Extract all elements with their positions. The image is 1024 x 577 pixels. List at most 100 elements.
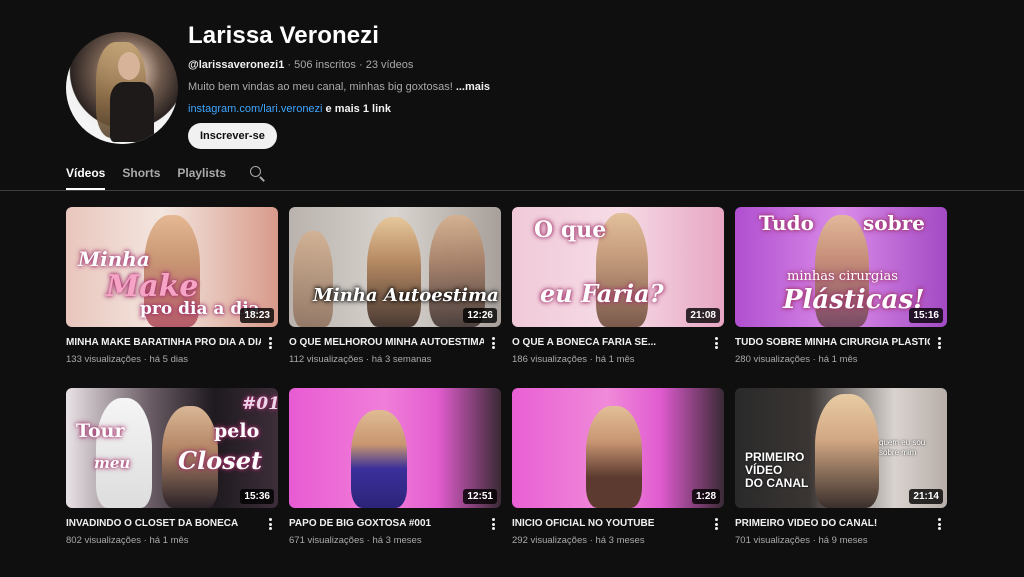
channel-avatar[interactable]: [66, 32, 178, 144]
thumbnail-person: [293, 231, 333, 327]
video-duration: 15:36: [240, 489, 274, 504]
thumbnail-overlay-text: pelo: [214, 420, 260, 442]
video-card[interactable]: O que eu Faria? 21:08 O QUE A BONECA FAR…: [512, 207, 724, 367]
kebab-menu-icon[interactable]: [265, 335, 275, 351]
video-stats: 112 visualizações · há 3 semanas: [289, 354, 431, 365]
view-count: 186 visualizações: [512, 354, 587, 365]
video-title[interactable]: PRIMEIRO VÍDEO DO CANAL!: [735, 518, 930, 529]
upload-age: há 5 dias: [149, 354, 189, 365]
video-title[interactable]: INVADINDO O CLOSET DA BONECA: [66, 518, 261, 529]
video-card[interactable]: 12:51 PAPO DE BIG GOXTOSA #001 671 visua…: [289, 388, 501, 548]
video-stats: 186 visualizações · há 1 mês: [512, 354, 635, 365]
video-count: 23 vídeos: [365, 59, 414, 71]
kebab-menu-icon[interactable]: [711, 335, 721, 351]
thumbnail-overlay-text: quem eu sou: [879, 438, 926, 447]
thumbnail-overlay-text: Tour: [76, 420, 125, 442]
kebab-menu-icon[interactable]: [711, 516, 721, 532]
thumbnail-overlay-text: minhas cirurgias: [787, 269, 898, 284]
channel-header: Larissa Veronezi @larissaveronezi1 · 506…: [66, 22, 966, 152]
video-stats: 802 visualizações · há 1 mês: [66, 535, 189, 546]
thumbnail-overlay-text: sobre mim: [879, 448, 917, 457]
view-count: 671 visualizações: [289, 535, 364, 546]
video-title[interactable]: TUDO SOBRE MINHA CIRURGIA PLÁSTICA: [735, 337, 930, 348]
upload-age: há 9 meses: [818, 535, 868, 546]
video-card[interactable]: Tudo sobre minhas cirurgias Plásticas! 1…: [735, 207, 947, 367]
description-more-link[interactable]: ...mais: [456, 81, 490, 93]
avatar-body: [110, 82, 154, 142]
tab-videos[interactable]: Vídeos: [66, 160, 106, 190]
channel-handle: @larissaveronezi1: [188, 59, 285, 71]
thumbnail-person: [586, 406, 642, 508]
stat-separator: ·: [363, 354, 372, 365]
video-title[interactable]: PAPO DE BIG GOXTOSA #001: [289, 518, 484, 529]
meta-separator: ·: [287, 59, 292, 71]
thumbnail-overlay-text: #01: [242, 394, 278, 414]
more-links-link[interactable]: e mais 1 link: [323, 103, 391, 115]
upload-age: há 3 meses: [372, 535, 422, 546]
kebab-menu-icon[interactable]: [934, 516, 944, 532]
upload-age: há 1 mês: [595, 354, 635, 365]
video-title[interactable]: INÍCIO OFICIAL NO YOUTUBE: [512, 518, 707, 529]
upload-age: há 1 mês: [818, 354, 858, 365]
video-thumbnail[interactable]: Minha Autoestima 12:26: [289, 207, 501, 327]
thumbnail-overlay-text: O que: [534, 217, 607, 243]
thumbnail-person: [815, 394, 879, 508]
tab-playlists[interactable]: Playlists: [177, 160, 226, 190]
video-title[interactable]: O QUE A BONECA FARIA SE...: [512, 337, 707, 348]
video-card[interactable]: Tour pelo meu Closet #01 15:36 INVADINDO…: [66, 388, 278, 548]
tab-shorts[interactable]: Shorts: [122, 160, 160, 190]
kebab-menu-icon[interactable]: [934, 335, 944, 351]
thumbnail-overlay-text: DO CANAL: [745, 476, 809, 490]
thumbnail-dog: [96, 398, 152, 508]
video-stats: 133 visualizações · há 5 dias: [66, 354, 188, 365]
video-duration: 21:14: [909, 489, 943, 504]
video-duration: 12:51: [463, 489, 497, 504]
thumbnail-overlay-text: Minha: [78, 247, 150, 271]
thumbnail-overlay-text: Tudo: [759, 211, 814, 235]
video-stats: 280 visualizações · há 1 mês: [735, 354, 858, 365]
tabs-divider: [0, 190, 1024, 191]
avatar-face: [118, 52, 140, 80]
thumbnail-overlay-text: Minha Autoestima: [313, 285, 499, 306]
thumbnail-overlay-text: meu: [94, 454, 131, 472]
upload-age: há 1 mês: [149, 535, 189, 546]
thumbnail-person: [367, 217, 421, 327]
video-card[interactable]: Minha Make pro dia a dia 18:23 MINHA MAK…: [66, 207, 278, 367]
thumbnail-overlay-text: VÍDEO: [745, 463, 783, 477]
video-card[interactable]: Minha Autoestima 12:26 O QUE MELHOROU MI…: [289, 207, 501, 367]
video-card[interactable]: 1:28 INÍCIO OFICIAL NO YOUTUBE 292 visua…: [512, 388, 724, 548]
search-icon-handle: [259, 176, 265, 182]
video-thumbnail[interactable]: 1:28: [512, 388, 724, 508]
kebab-menu-icon[interactable]: [488, 516, 498, 532]
meta-separator: ·: [358, 59, 363, 71]
upload-age: há 3 semanas: [371, 354, 432, 365]
upload-age: há 3 meses: [595, 535, 645, 546]
video-thumbnail[interactable]: Tour pelo meu Closet #01 15:36: [66, 388, 278, 508]
kebab-menu-icon[interactable]: [265, 516, 275, 532]
channel-tabs: Vídeos Shorts Playlists: [66, 160, 265, 190]
kebab-menu-icon[interactable]: [488, 335, 498, 351]
thumbnail-overlay-text: Closet: [178, 446, 263, 475]
video-thumbnail[interactable]: PRIMEIRO VÍDEO DO CANAL quem eu sou sobr…: [735, 388, 947, 508]
view-count: 133 visualizações: [66, 354, 141, 365]
video-thumbnail[interactable]: O que eu Faria? 21:08: [512, 207, 724, 327]
instagram-link[interactable]: instagram.com/lari.veronezi: [188, 103, 323, 115]
video-duration: 1:28: [691, 489, 720, 504]
channel-meta: @larissaveronezi1 · 506 inscritos · 23 v…: [188, 59, 490, 71]
view-count: 112 visualizações: [289, 354, 364, 365]
search-icon[interactable]: [249, 165, 265, 182]
thumbnail-person: [351, 410, 407, 508]
channel-description[interactable]: Muito bem vindas ao meu canal, minhas bi…: [188, 81, 490, 93]
video-card[interactable]: PRIMEIRO VÍDEO DO CANAL quem eu sou sobr…: [735, 388, 947, 548]
search-icon-lens: [250, 166, 262, 177]
video-thumbnail[interactable]: Minha Make pro dia a dia 18:23: [66, 207, 278, 327]
view-count: 802 visualizações: [66, 535, 141, 546]
video-thumbnail[interactable]: Tudo sobre minhas cirurgias Plásticas! 1…: [735, 207, 947, 327]
video-title[interactable]: O QUE MELHOROU MINHA AUTOESTIMA: [289, 337, 484, 348]
video-thumbnail[interactable]: 12:51: [289, 388, 501, 508]
channel-links: instagram.com/lari.veronezi e mais 1 lin…: [188, 103, 490, 115]
video-title[interactable]: MINHA MAKE BARATINHA PRO DIA A DIA: [66, 337, 261, 348]
video-duration: 18:23: [240, 308, 274, 323]
video-stats: 671 visualizações · há 3 meses: [289, 535, 422, 546]
subscribe-button[interactable]: Inscrever-se: [188, 123, 277, 149]
